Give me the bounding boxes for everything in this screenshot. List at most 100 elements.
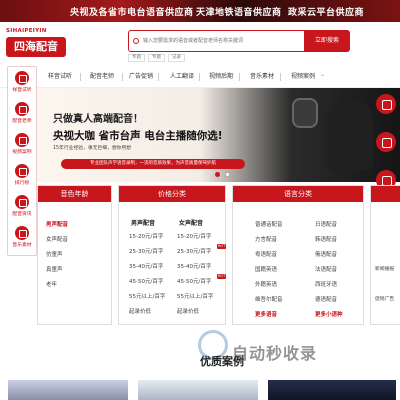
hot-tag[interactable]: 记录 xyxy=(168,54,185,62)
nav-divider xyxy=(199,73,200,81)
carousel-dot-active[interactable] xyxy=(215,172,220,177)
nav-item-voice-actors[interactable]: 配音老师 xyxy=(90,71,114,80)
main-nav: 样音试听 配音老师 广告促销 人工翻译 视频后期 音乐素材 视频案例 ⌄ xyxy=(0,66,400,88)
hot-badge: HOT xyxy=(217,274,226,279)
price-item[interactable]: 45-50元/百字 xyxy=(129,277,163,285)
age-item[interactable]: 男声配音 xyxy=(46,220,68,228)
banner-headline-1: 只做真人高端配音！ xyxy=(53,114,143,125)
age-item[interactable]: 仿童声 xyxy=(46,250,63,258)
banner-subtitle: 15年行业经验，事无巨细，想你所想 xyxy=(53,146,132,151)
chevron-down-icon: ⌄ xyxy=(320,71,326,78)
price-item[interactable]: 25-30元/百字 xyxy=(177,247,211,255)
wechat-icon[interactable] xyxy=(376,132,396,152)
hot-tag[interactable]: 专题 xyxy=(128,54,145,62)
sidebar-item-label: 样音试听 xyxy=(12,88,32,93)
nav-divider xyxy=(158,73,159,81)
nav-divider xyxy=(239,73,240,81)
nav-divider xyxy=(280,73,281,81)
banner-headline-2: 央视大咖 省市台声 电台主播随你选! xyxy=(53,130,223,142)
price-item[interactable]: 25-30元/百字 xyxy=(129,247,163,255)
panel-title: 语言分类 xyxy=(233,186,363,202)
nav-item-translation[interactable]: 人工翻译 xyxy=(170,71,194,80)
price-item[interactable]: 35-40元/百字 xyxy=(129,262,163,270)
lang-item[interactable]: 粤语配音 xyxy=(255,250,277,258)
age-item[interactable]: 真童声 xyxy=(46,265,63,273)
panel-news: 新闻播报 促销广告 xyxy=(370,185,400,325)
video-icon xyxy=(15,133,29,147)
panel-price: 价格分类 男声配音 女声配音 15-20元/百字 25-30元/百字 35-40… xyxy=(118,185,226,325)
lang-more-link[interactable]: 更多小语种 xyxy=(315,310,343,318)
lang-more-link[interactable]: 更多语音 xyxy=(255,310,277,318)
lang-item[interactable]: 普通话配音 xyxy=(255,220,283,228)
nav-item-video-post[interactable]: 视频后期 xyxy=(209,71,233,80)
case-thumbnail[interactable] xyxy=(138,380,258,400)
topbar-segment-3: 政采云平台供应商 xyxy=(288,8,365,18)
age-item[interactable]: 老年 xyxy=(46,280,57,288)
case-thumbnail[interactable] xyxy=(268,380,396,400)
price-item[interactable]: 起录价低 xyxy=(129,307,151,315)
search-box xyxy=(128,30,304,52)
hot-tag[interactable]: 专题 xyxy=(148,54,165,62)
panel-language: 语言分类 普通话配音 方言配音 粤语配音 国籍英语 外籍英语 维吾尔配音 更多语… xyxy=(232,185,364,325)
lang-item[interactable]: 国籍英语 xyxy=(255,265,277,273)
lang-item[interactable]: 德语配音 xyxy=(315,295,337,303)
hot-badge: HOT xyxy=(217,244,226,249)
panel-voice-age: 音色年龄 男声配音 女声配音 仿童声 真童声 老年 xyxy=(37,185,112,325)
nav-item-cases[interactable]: 视频案例 xyxy=(291,71,315,80)
qq-icon[interactable] xyxy=(376,94,396,114)
nav-item-samples[interactable]: 样音试听 xyxy=(48,71,72,80)
age-item[interactable]: 女声配音 xyxy=(46,235,68,243)
lang-item[interactable]: 法语配音 xyxy=(315,265,337,273)
site-header: SIHAIPEIYIN 四海配音 立即搜索 专题 专题 记录 xyxy=(0,22,400,64)
price-item[interactable]: 15-20元/百字 xyxy=(129,232,163,240)
logo-chinese: 四海配音 xyxy=(6,37,66,57)
lang-item[interactable]: 方言配音 xyxy=(255,235,277,243)
nav-item-ads[interactable]: 广告促销 xyxy=(129,71,153,80)
sidebar-item-cases[interactable]: 视频案例 xyxy=(8,131,36,159)
price-item[interactable]: 55元以上/百字 xyxy=(177,292,213,300)
lang-item[interactable]: 韩语配音 xyxy=(315,235,337,243)
price-col-head-female: 女声配音 xyxy=(179,220,204,227)
news-item[interactable]: 新闻播报 xyxy=(375,265,394,272)
section-title: 优质案例 xyxy=(200,355,244,368)
top-banner-strip: 央视及各省市电台语音供应商 天津地铁语音供应商 政采云平台供应商 xyxy=(0,0,400,22)
price-item[interactable]: 35-40元/百字 xyxy=(177,262,211,270)
panel-title: 音色年龄 xyxy=(38,186,111,202)
lang-item[interactable]: 日语配音 xyxy=(315,220,337,228)
topbar-segment-1: 央视及各省市电台语音供应商 xyxy=(70,8,194,18)
lang-item[interactable]: 俄语配音 xyxy=(315,250,337,258)
nav-item-music[interactable]: 音乐素材 xyxy=(250,71,274,80)
price-col-head-male: 男声配音 xyxy=(131,220,156,227)
banner-person-image xyxy=(327,100,373,170)
price-item[interactable]: 55元以上/百字 xyxy=(129,292,165,300)
sidebar-item-label: 配音老师 xyxy=(12,119,32,124)
topbar-segment-2: 天津地铁语音供应商 xyxy=(196,8,282,18)
carousel-dot[interactable] xyxy=(225,172,230,177)
price-item[interactable]: 15-20元/百字 xyxy=(177,232,211,240)
nav-divider xyxy=(122,73,123,81)
headphone-icon xyxy=(15,71,29,85)
price-item[interactable]: 起录价低 xyxy=(177,307,199,315)
search-input[interactable] xyxy=(129,31,304,51)
microphone-icon xyxy=(292,98,318,128)
price-item[interactable]: 45-50元/百字 xyxy=(177,277,211,285)
sidebar-item-samples[interactable]: 样音试听 xyxy=(8,69,36,97)
hero-banner[interactable]: 只做真人高端配音！ 央视大咖 省市台声 电台主播随你选! 15年行业经验，事无巨… xyxy=(37,88,400,182)
banner-pill: 专业团队声学语音录制，一流的音质效果，为声音质量保驾护航 xyxy=(61,159,245,169)
site-logo[interactable]: SIHAIPEIYIN 四海配音 xyxy=(6,28,66,60)
lang-item[interactable]: 外籍英语 xyxy=(255,280,277,288)
hot-tags: 专题 专题 记录 xyxy=(128,54,185,62)
watermark-text: 自动秒收录 xyxy=(232,344,318,363)
ranking-icon xyxy=(15,164,29,178)
news-item[interactable]: 促销广告 xyxy=(375,295,394,302)
sidebar-item-voice-actors[interactable]: 配音老师 xyxy=(8,100,36,128)
lang-item[interactable]: 维吾尔配音 xyxy=(255,295,283,303)
search-button[interactable]: 立即搜索 xyxy=(304,30,350,52)
panel-title: 价格分类 xyxy=(119,186,225,202)
user-icon xyxy=(15,102,29,116)
logo-english: SIHAIPEIYIN xyxy=(6,28,47,34)
panel-title xyxy=(371,186,400,202)
nav-divider xyxy=(80,73,81,81)
case-thumbnail[interactable] xyxy=(8,380,128,400)
lang-item[interactable]: 西班牙语 xyxy=(315,280,337,288)
